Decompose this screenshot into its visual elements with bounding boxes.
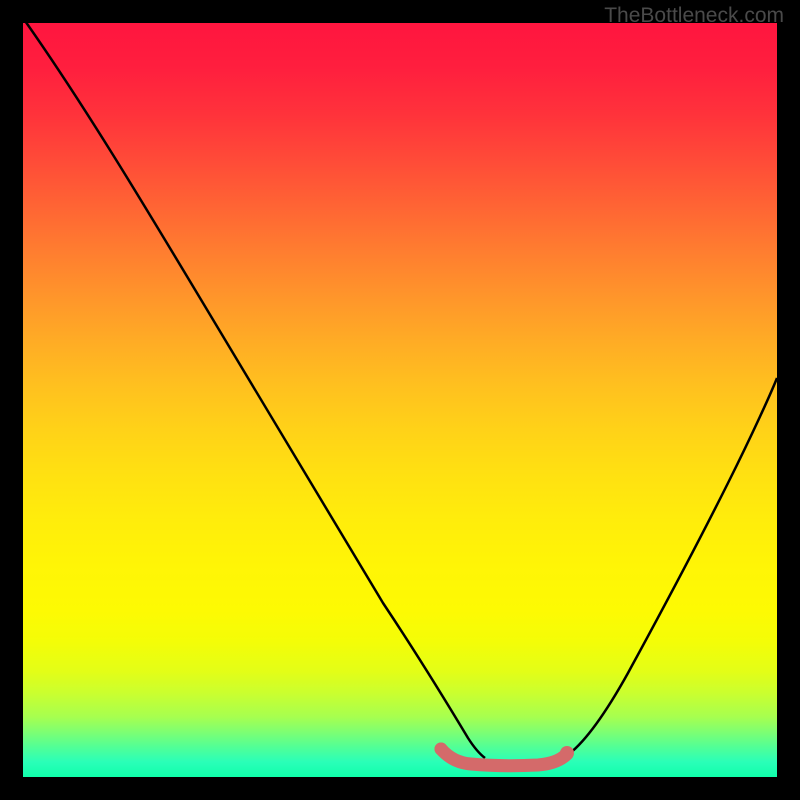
chart-curves bbox=[23, 23, 777, 777]
plot-area bbox=[23, 23, 777, 777]
pink-flat-segment bbox=[441, 749, 567, 766]
chart-container: TheBottleneck.com bbox=[0, 0, 800, 800]
pink-dot-left bbox=[435, 743, 448, 756]
watermark-text: TheBottleneck.com bbox=[604, 4, 784, 28]
pink-dot-right bbox=[560, 746, 574, 760]
right-curve-line bbox=[569, 378, 777, 754]
left-curve-line bbox=[23, 23, 485, 758]
